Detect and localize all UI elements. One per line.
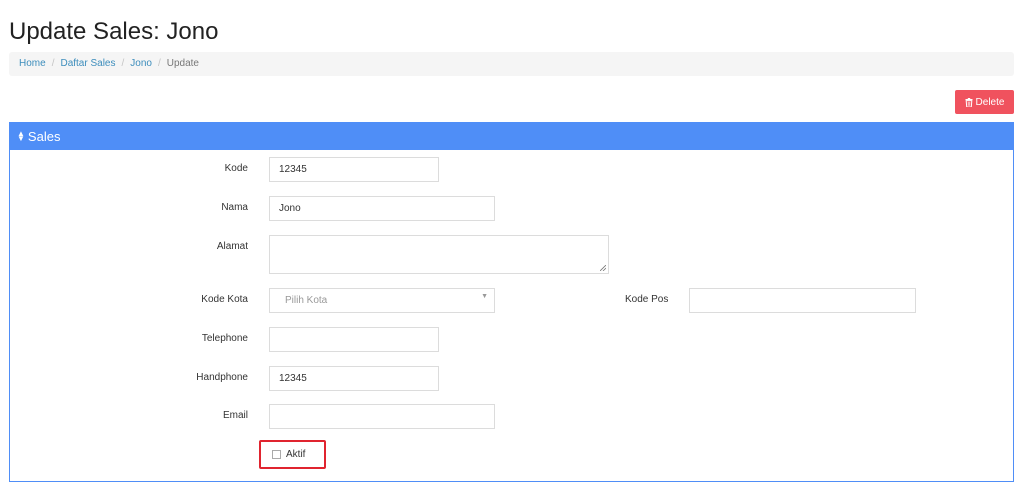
breadcrumb-daftar-sales[interactable]: Daftar Sales <box>60 58 115 69</box>
chevron-down-icon: ▼ <box>481 293 488 300</box>
aktif-label: Aktif <box>286 449 306 460</box>
telephone-input[interactable] <box>269 327 439 352</box>
breadcrumb-home[interactable]: Home <box>19 58 46 69</box>
handphone-input[interactable]: 12345 <box>269 366 439 391</box>
breadcrumb-current: Update <box>166 58 199 69</box>
nama-input[interactable]: Jono <box>269 196 495 221</box>
trash-icon <box>965 97 973 107</box>
delete-button[interactable]: Delete <box>955 90 1014 114</box>
kode-kota-placeholder: Pilih Kota <box>285 295 328 306</box>
email-input[interactable] <box>269 404 495 429</box>
breadcrumb-jono[interactable]: Jono <box>130 58 152 69</box>
page-title: Update Sales: Jono <box>9 18 219 45</box>
nama-label: Nama <box>221 202 248 213</box>
panel-heading: ▲ ▼ Sales <box>10 123 1013 150</box>
panel-title: Sales <box>27 129 61 144</box>
kode-input[interactable]: 12345 <box>269 157 439 182</box>
aktif-checkbox[interactable] <box>272 450 281 459</box>
handphone-label: Handphone <box>196 372 248 383</box>
breadcrumb: Home / Daftar Sales / Jono / Update <box>9 52 1014 76</box>
kode-pos-label: Kode Pos <box>625 294 669 305</box>
breadcrumb-separator: / <box>51 58 55 69</box>
kode-kota-select[interactable]: Pilih Kota ▼ <box>269 288 495 313</box>
kode-kota-label: Kode Kota <box>201 294 248 305</box>
resize-handle-icon[interactable] <box>600 265 606 271</box>
aktif-checkbox-wrapper[interactable]: Aktif <box>259 440 326 469</box>
kode-label: Kode <box>224 163 248 174</box>
telephone-label: Telephone <box>201 333 248 344</box>
alamat-textarea[interactable] <box>269 235 609 274</box>
sort-icon: ▲ ▼ <box>17 129 25 143</box>
breadcrumb-separator: / <box>121 58 125 69</box>
kode-pos-input[interactable] <box>689 288 916 313</box>
alamat-label: Alamat <box>216 241 248 252</box>
email-label: Email <box>222 410 248 421</box>
breadcrumb-separator: / <box>157 58 161 69</box>
delete-button-label: Delete <box>975 96 1005 108</box>
